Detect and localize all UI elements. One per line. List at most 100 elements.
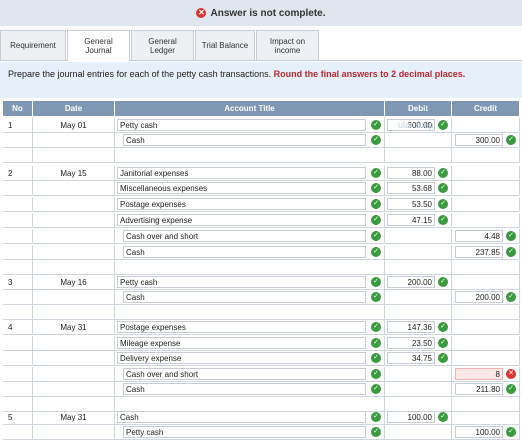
account-select[interactable]: Mileage expense: [117, 337, 366, 349]
credit-cell: [452, 397, 520, 411]
debit-input[interactable]: 88.00: [387, 167, 435, 179]
check-icon: ✓: [371, 199, 381, 209]
header-no: No: [3, 101, 33, 116]
table-row: [3, 148, 520, 163]
debit-cell: [385, 367, 452, 381]
row-number: [3, 382, 33, 396]
credit-input[interactable]: 200.00: [455, 291, 503, 303]
credit-input[interactable]: 100.00: [455, 426, 503, 438]
credit-input[interactable]: 237.85: [455, 246, 503, 258]
account-select[interactable]: Postage expenses: [117, 321, 366, 333]
credit-input[interactable]: 300.00: [455, 134, 503, 146]
debit-cell: [385, 229, 452, 243]
account-select[interactable]: Petty cash: [117, 119, 366, 131]
row-number: [3, 229, 33, 243]
check-icon: ✓: [371, 353, 381, 363]
table-row: Delivery expense ✓ 34.75 ✓: [3, 351, 520, 366]
account-select[interactable]: Cash over and short: [123, 230, 366, 242]
debit-input[interactable]: 100.00: [387, 411, 435, 423]
account-select[interactable]: Cash over and short: [123, 368, 366, 380]
credit-cell: [452, 260, 520, 274]
account-select[interactable]: Petty cash: [117, 276, 366, 288]
account-select[interactable]: Delivery expense: [117, 352, 366, 364]
table-row: 2 May 15 Janitorial expenses ✓ 88.00 ✓: [3, 166, 520, 181]
credit-cell: [452, 181, 520, 195]
debit-cell: [385, 290, 452, 304]
table-row: Cash ✓ 237.85 ✓: [3, 245, 520, 260]
account-select[interactable]: Advertising expense: [117, 214, 366, 226]
row-date: [33, 245, 115, 259]
credit-input[interactable]: 211.80: [455, 383, 503, 395]
account-cell: Advertising expense ✓: [115, 213, 385, 227]
table-row: Advertising expense ✓ 47.15 ✓: [3, 213, 520, 228]
check-icon: ✓: [371, 247, 381, 257]
credit-input[interactable]: 8: [455, 368, 503, 380]
row-date: [33, 425, 115, 439]
account-select[interactable]: Postage expenses: [117, 198, 366, 210]
debit-input[interactable]: 147.36: [387, 321, 435, 333]
check-icon: ✓: [371, 183, 381, 193]
account-cell: Cash ✓: [115, 290, 385, 304]
credit-cell: [452, 166, 520, 180]
row-number: 2: [3, 166, 33, 180]
account-select[interactable]: Janitorial expenses: [117, 167, 366, 179]
check-icon: ✓: [438, 215, 448, 225]
table-row: Cash over and short ✓ 4.48 ✓: [3, 229, 520, 244]
status-banner: ✕ Answer is not complete.: [0, 0, 522, 26]
row-number: [3, 260, 33, 274]
check-icon: ✓: [438, 338, 448, 348]
tab-bar: Requirement General Journal General Ledg…: [0, 30, 522, 61]
account-cell: [115, 397, 385, 411]
account-select[interactable]: Petty cash: [123, 426, 366, 438]
tab-general-journal[interactable]: General Journal: [67, 30, 130, 61]
debit-input[interactable]: 53.68: [387, 182, 435, 194]
credit-input[interactable]: 4.48: [455, 230, 503, 242]
account-cell: Mileage expense ✓: [115, 336, 385, 350]
tab-general-ledger[interactable]: General Ledger: [131, 30, 194, 60]
account-cell: Cash ✓: [115, 133, 385, 147]
check-icon: ✓: [506, 427, 516, 437]
check-icon: ✓: [438, 322, 448, 332]
check-icon: ✓: [371, 135, 381, 145]
account-select[interactable]: Cash: [117, 411, 366, 423]
account-cell: Cash ✓: [115, 410, 385, 424]
account-cell: [115, 148, 385, 162]
account-select[interactable]: Cash: [123, 383, 366, 395]
tab-trial-balance[interactable]: Trial Balance: [195, 30, 255, 60]
debit-input[interactable]: 34.75: [387, 352, 435, 364]
account-cell: Petty cash ✓: [115, 425, 385, 439]
table-row: 4 May 31 Postage expenses ✓ 147.36 ✓: [3, 320, 520, 335]
debit-input[interactable]: 47.15: [387, 214, 435, 226]
table-row: Cash ✓ 300.00 ✓: [3, 133, 520, 148]
row-date: [33, 290, 115, 304]
check-icon: ✓: [438, 183, 448, 193]
row-date: [33, 213, 115, 227]
row-date: [33, 336, 115, 350]
row-number: [3, 351, 33, 365]
row-date: May 01: [33, 118, 115, 132]
row-number: [3, 245, 33, 259]
tab-impact-on-income[interactable]: Impact on income: [256, 30, 319, 60]
check-icon: ✓: [438, 168, 448, 178]
row-date: [33, 382, 115, 396]
account-cell: Cash over and short ✓: [115, 229, 385, 243]
account-cell: Postage expenses ✓: [115, 320, 385, 334]
account-select[interactable]: Cash: [123, 246, 366, 258]
check-icon: ✓: [438, 412, 448, 422]
debit-input[interactable]: 23.50: [387, 337, 435, 349]
account-select[interactable]: Cash: [123, 134, 366, 146]
credit-cell: 100.00 ✓: [452, 425, 520, 439]
banner-text: Answer is not complete.: [210, 7, 326, 19]
row-number: 5: [3, 410, 33, 424]
tab-requirement[interactable]: Requirement: [0, 30, 66, 60]
account-select[interactable]: Miscellaneous expenses: [117, 182, 366, 194]
account-select[interactable]: Cash: [123, 291, 366, 303]
table-row: [3, 260, 520, 275]
row-number: [3, 133, 33, 147]
debit-cell: [385, 382, 452, 396]
check-icon: ✓: [371, 292, 381, 302]
debit-input[interactable]: 53.50: [387, 198, 435, 210]
credit-cell: [452, 148, 520, 162]
debit-input[interactable]: 200.00: [387, 276, 435, 288]
row-date: [33, 260, 115, 274]
